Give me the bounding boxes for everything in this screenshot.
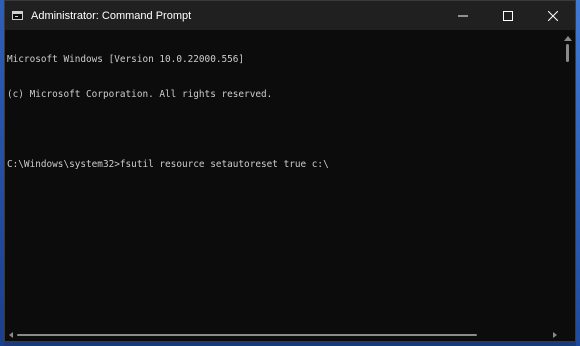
horizontal-scrollbar[interactable] [5, 329, 575, 341]
close-icon [547, 10, 558, 21]
command-prompt-icon[interactable] [12, 11, 23, 20]
desktop-background-right [576, 0, 580, 346]
console-line: Microsoft Windows [Version 10.0.22000.55… [7, 54, 245, 66]
close-button[interactable] [530, 1, 575, 30]
minimize-icon [457, 15, 468, 16]
console-output[interactable]: Microsoft Windows [Version 10.0.22000.55… [5, 30, 561, 329]
minimize-button[interactable] [440, 1, 485, 30]
horizontal-scroll-thumb[interactable] [17, 334, 477, 336]
window-title: Administrator: Command Prompt [31, 9, 192, 22]
vertical-scroll-thumb[interactable] [566, 44, 569, 62]
maximize-button[interactable] [485, 1, 530, 30]
scroll-up-icon[interactable] [564, 36, 572, 41]
console-line: (c) Microsoft Corporation. All rights re… [7, 88, 273, 100]
command-prompt-window: Administrator: Command Prompt Microsoft … [4, 0, 576, 342]
command-line[interactable]: C:\Windows\system32>fsutil resource seta… [7, 159, 561, 171]
window-controls [440, 1, 575, 30]
title-bar[interactable]: Administrator: Command Prompt [5, 1, 575, 30]
maximize-icon [502, 10, 513, 21]
vertical-scrollbar[interactable] [561, 30, 575, 329]
scroll-left-icon[interactable] [9, 332, 13, 338]
scroll-right-icon[interactable] [553, 332, 557, 338]
